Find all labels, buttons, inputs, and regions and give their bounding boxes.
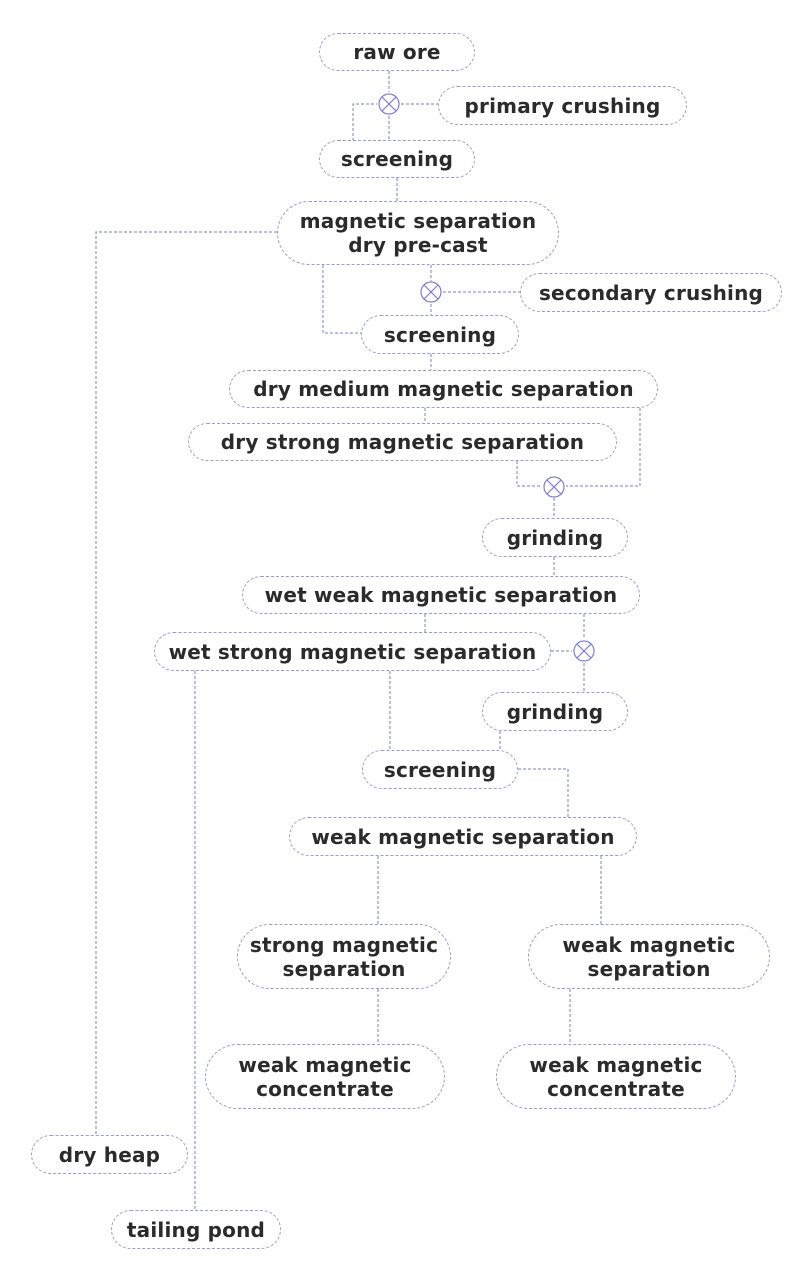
edge-mag-sep-to-dry-heap <box>95 231 277 1136</box>
node-weak-magnetic-concentrate-right[interactable]: weak magnetic concentrate <box>496 1044 736 1109</box>
node-tailing-pond[interactable]: tailing pond <box>111 1210 281 1249</box>
node-magnetic-separation-dry-pre-cast[interactable]: magnetic separation dry pre-cast <box>277 201 559 265</box>
node-weak-magnetic-concentrate-left[interactable]: weak magnetic concentrate <box>205 1044 445 1109</box>
node-secondary-crushing[interactable]: secondary crushing <box>520 273 782 312</box>
edge-mag-sep-left-to-screening-2 <box>322 265 361 334</box>
node-weak-magnetic-separation[interactable]: weak magnetic separation <box>289 817 637 856</box>
node-dry-strong-magnetic-separation[interactable]: dry strong magnetic separation <box>188 423 617 461</box>
node-raw-ore[interactable]: raw ore <box>319 33 475 71</box>
node-weak-magnetic-separation-2[interactable]: weak magnetic separation <box>528 924 770 989</box>
node-wet-strong-magnetic-separation[interactable]: wet strong magnetic separation <box>154 632 551 671</box>
node-dry-medium-magnetic-separation[interactable]: dry medium magnetic separation <box>229 370 658 408</box>
merge-junction-icon <box>378 93 400 115</box>
node-wet-weak-magnetic-separation[interactable]: wet weak magnetic separation <box>242 576 640 614</box>
merge-junction-icon <box>420 281 442 303</box>
merge-junction-icon <box>573 640 595 662</box>
node-grinding-2[interactable]: grinding <box>482 692 628 731</box>
node-strong-magnetic-separation[interactable]: strong magnetic separation <box>237 924 451 989</box>
node-primary-crushing[interactable]: primary crushing <box>438 86 687 125</box>
edge-dry-strong-to-junction-3 <box>516 461 542 487</box>
edge-screening-3-to-weak-mag-sep <box>518 768 569 817</box>
merge-junction-icon <box>543 476 565 498</box>
node-dry-heap[interactable]: dry heap <box>31 1135 188 1174</box>
node-screening-1[interactable]: screening <box>319 140 475 178</box>
ore-processing-flowchart: raw ore primary crushing screening magne… <box>0 0 800 1280</box>
node-screening-3[interactable]: screening <box>362 750 518 789</box>
edge-screening-1-return <box>352 103 377 141</box>
node-grinding-1[interactable]: grinding <box>482 518 628 557</box>
node-screening-2[interactable]: screening <box>361 315 519 354</box>
